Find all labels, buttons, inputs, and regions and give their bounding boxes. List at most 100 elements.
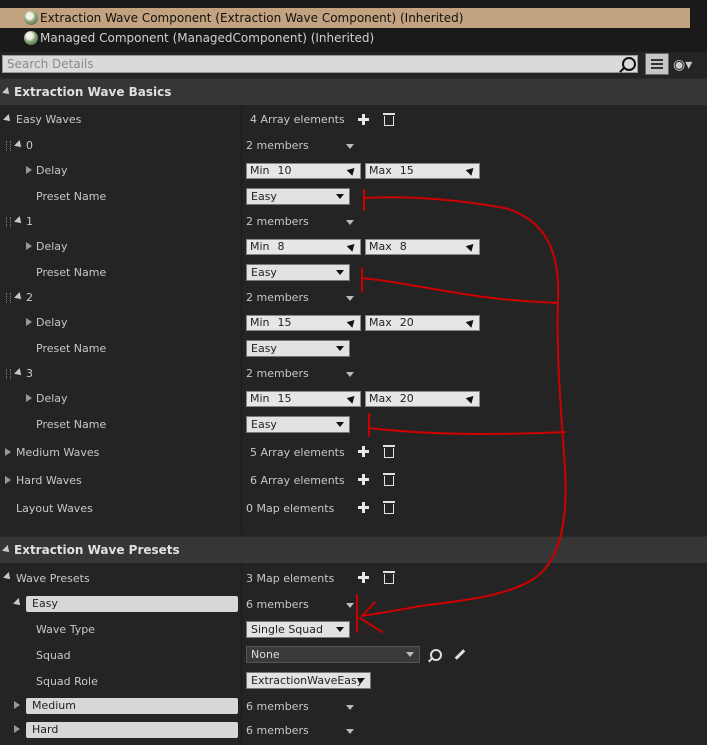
collapse-arrow-icon[interactable]: [14, 292, 24, 302]
trash-icon[interactable]: [383, 571, 395, 584]
chevron-down-icon[interactable]: [346, 144, 354, 149]
trash-icon[interactable]: [383, 473, 395, 486]
chevron-down-icon[interactable]: [346, 220, 354, 225]
min-value: 10: [277, 164, 292, 177]
component-row-managed[interactable]: Managed Component (ManagedComponent) (In…: [0, 28, 707, 48]
preset-name-label: Preset Name: [36, 418, 107, 431]
squad-combo[interactable]: None: [246, 646, 420, 663]
min-value: 15: [277, 392, 292, 405]
expand-arrow-icon[interactable]: [26, 394, 32, 402]
category-title: Extraction Wave Presets: [14, 543, 180, 557]
preset-name-combo[interactable]: Easy: [246, 340, 350, 357]
preset-key-easy[interactable]: Easy: [26, 596, 238, 612]
chevron-down-icon[interactable]: [346, 372, 354, 377]
expand-icon: [346, 241, 358, 252]
search-icon[interactable]: [622, 57, 636, 71]
component-icon: [24, 31, 38, 45]
drag-handle-icon[interactable]: [6, 369, 11, 379]
search-bar: [2, 55, 638, 73]
preset-value: Easy: [251, 418, 277, 431]
max-value: 20: [399, 316, 414, 329]
eyedropper-icon[interactable]: [454, 649, 466, 660]
trash-icon[interactable]: [383, 501, 395, 514]
expand-arrow-icon[interactable]: [26, 318, 32, 326]
delay-max-field[interactable]: Max 20: [365, 315, 480, 331]
expand-icon: [465, 165, 477, 176]
browse-icon[interactable]: [430, 649, 442, 661]
category-extraction-wave-basics[interactable]: Extraction Wave Basics: [0, 78, 707, 105]
delay-label: Delay: [36, 164, 68, 177]
preset-members: 6 members: [246, 700, 309, 713]
preset-name-label: Preset Name: [36, 342, 107, 355]
chevron-down-icon[interactable]: [346, 705, 354, 710]
delay-min-field[interactable]: Min 15: [246, 315, 361, 331]
preset-name-combo[interactable]: Easy: [246, 264, 350, 281]
drag-handle-icon[interactable]: [6, 141, 11, 151]
view-options-button[interactable]: [645, 53, 669, 75]
add-element-icon[interactable]: [358, 572, 369, 583]
chevron-down-icon[interactable]: [346, 729, 354, 734]
delay-min-field[interactable]: Min 10: [246, 163, 361, 179]
element-members: 2 members: [246, 291, 309, 304]
collapse-arrow-icon[interactable]: [14, 216, 24, 226]
collapse-arrow-icon[interactable]: [3, 572, 13, 582]
max-label: Max: [369, 392, 392, 405]
add-element-icon[interactable]: [358, 114, 369, 125]
hard-waves-count: 6 Array elements: [250, 474, 345, 487]
element-members: 2 members: [246, 367, 309, 380]
category-extraction-wave-presets[interactable]: Extraction Wave Presets: [0, 536, 707, 563]
easy-waves-label: Easy Waves: [16, 113, 82, 126]
preset-key-medium[interactable]: Medium: [26, 698, 238, 714]
element-index: 2: [26, 291, 33, 304]
collapse-arrow-icon[interactable]: [14, 368, 24, 378]
preset-name-combo[interactable]: Easy: [246, 188, 350, 205]
max-value: 20: [399, 392, 414, 405]
add-element-icon[interactable]: [358, 446, 369, 457]
min-label: Min: [250, 164, 270, 177]
delay-min-field[interactable]: Min 8: [246, 239, 361, 255]
trash-icon[interactable]: [383, 445, 395, 458]
delay-max-field[interactable]: Max 20: [365, 391, 480, 407]
collapse-arrow-icon[interactable]: [13, 598, 23, 608]
collapse-arrow-icon[interactable]: [3, 114, 13, 124]
wave-type-label: Wave Type: [36, 623, 95, 636]
drag-handle-icon[interactable]: [6, 293, 11, 303]
delay-min-field[interactable]: Min 15: [246, 391, 361, 407]
component-row-extraction-wave[interactable]: Extraction Wave Component (Extraction Wa…: [0, 8, 690, 28]
expand-arrow-icon[interactable]: [14, 725, 20, 733]
eye-icon[interactable]: ◉▾: [673, 58, 697, 72]
wave-presets-count: 3 Map elements: [246, 572, 335, 585]
drag-handle-icon[interactable]: [6, 217, 11, 227]
squad-role-value: ExtractionWaveEasy: [251, 674, 364, 687]
dropdown-arrow-icon: [336, 194, 344, 199]
delay-max-field[interactable]: Max 15: [365, 163, 480, 179]
component-list: Extraction Wave Component (Extraction Wa…: [0, 0, 707, 52]
wave-type-combo[interactable]: Single Squad: [246, 621, 350, 638]
expand-arrow-icon[interactable]: [26, 242, 32, 250]
expand-icon: [465, 241, 477, 252]
dropdown-arrow-icon: [357, 678, 365, 683]
easy-waves-count: 4 Array elements: [250, 113, 345, 126]
expand-arrow-icon[interactable]: [26, 166, 32, 174]
chevron-down-icon[interactable]: [346, 296, 354, 301]
max-label: Max: [369, 316, 392, 329]
add-element-icon[interactable]: [358, 474, 369, 485]
wave-type-value: Single Squad: [251, 623, 323, 636]
delay-max-field[interactable]: Max 8: [365, 239, 480, 255]
expand-arrow-icon[interactable]: [5, 448, 11, 456]
preset-key-hard[interactable]: Hard: [26, 722, 238, 738]
squad-role-combo[interactable]: ExtractionWaveEasy: [246, 672, 371, 689]
expand-arrow-icon[interactable]: [5, 476, 11, 484]
add-element-icon[interactable]: [358, 502, 369, 513]
preset-value: Easy: [251, 266, 277, 279]
preset-name-label: Preset Name: [36, 190, 107, 203]
search-input[interactable]: [3, 56, 611, 72]
element-index: 1: [26, 215, 33, 228]
trash-icon[interactable]: [383, 113, 395, 126]
collapse-arrow-icon[interactable]: [14, 140, 24, 150]
expand-icon: [346, 317, 358, 328]
preset-name-combo[interactable]: Easy: [246, 416, 350, 433]
max-value: 15: [399, 164, 414, 177]
expand-arrow-icon[interactable]: [14, 701, 20, 709]
chevron-down-icon[interactable]: [346, 603, 354, 608]
